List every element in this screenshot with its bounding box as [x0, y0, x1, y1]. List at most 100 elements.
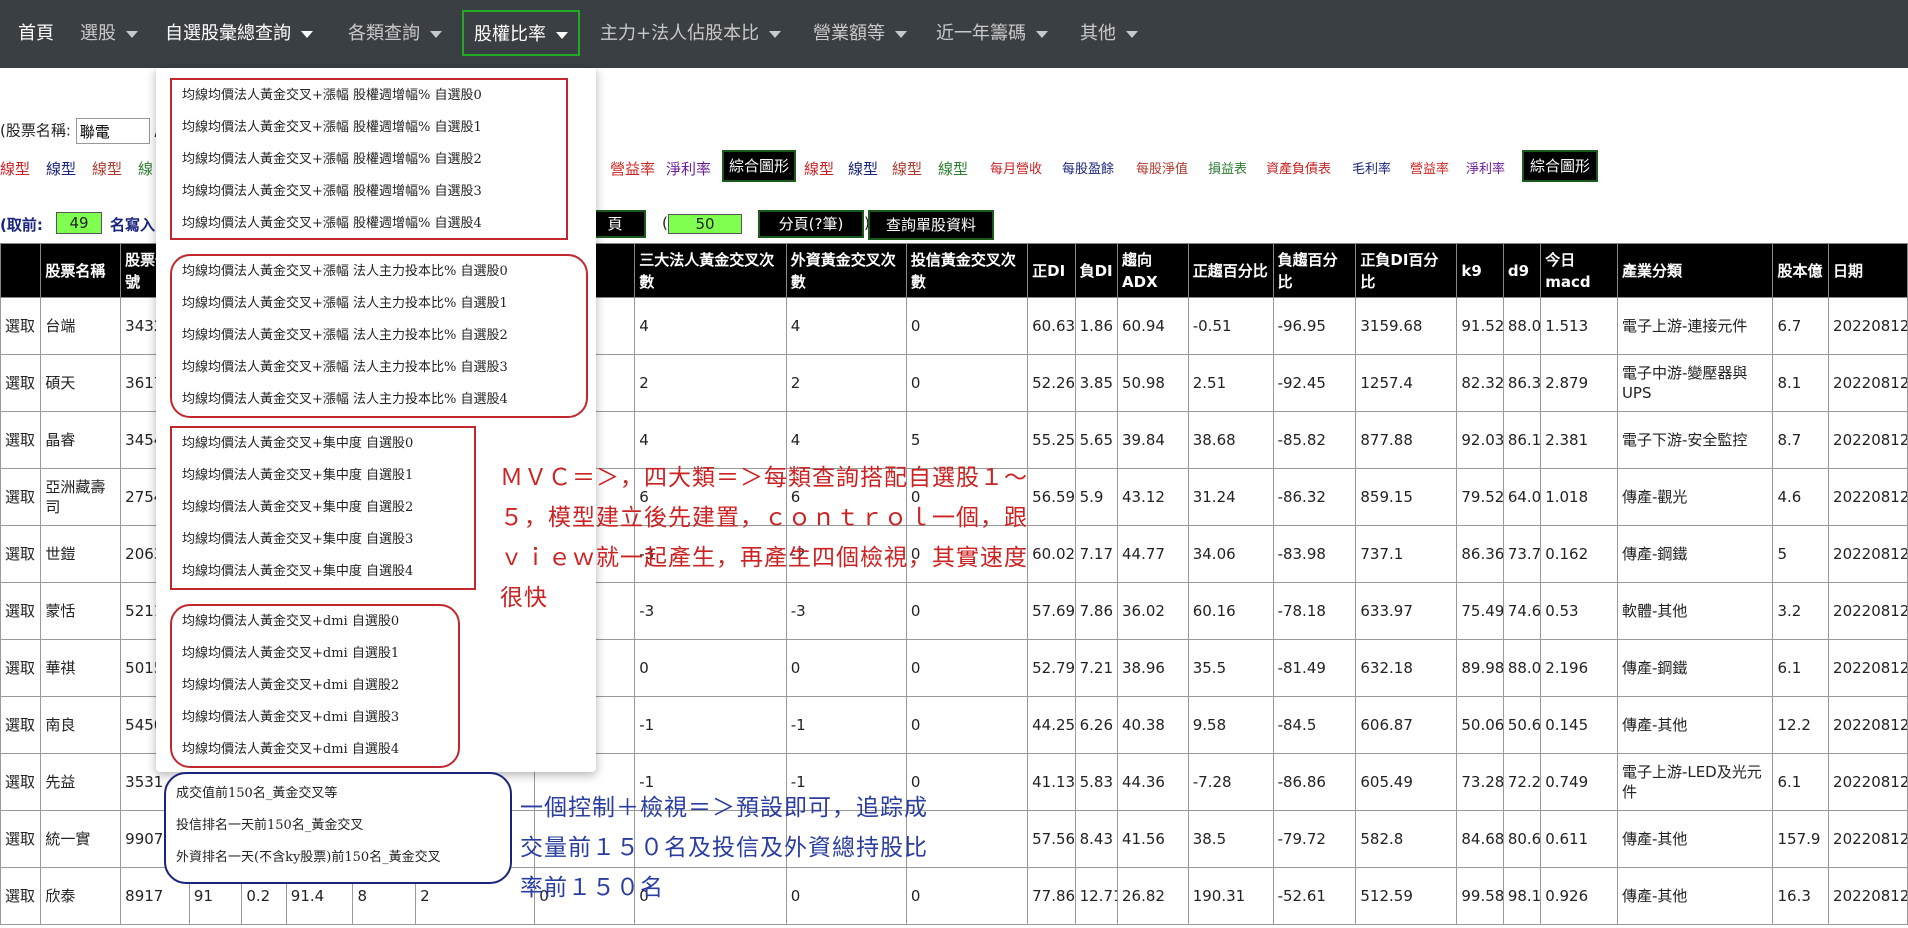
menu-item[interactable]: 均線均價法人黃金交叉+漲幅 法人主力投本比% 自選股4 [172, 384, 586, 416]
menu-item[interactable]: 均線均價法人黃金交叉+集中度 自選股0 [172, 428, 474, 460]
table-cell: -81.49 [1272, 639, 1357, 697]
chevron-down-icon [556, 31, 568, 39]
select-link[interactable]: 選取 [0, 696, 42, 754]
select-link[interactable]: 選取 [0, 810, 42, 868]
nav-query-types[interactable]: 各類查詢 [348, 0, 442, 68]
menu-item[interactable]: 均線均價法人黃金交叉+dmi 自選股3 [172, 702, 458, 734]
table-cell: 20220812 [1828, 468, 1908, 526]
link-monthly-revenue[interactable]: 每月營收 [990, 158, 1042, 177]
table-cell: 3159.68 [1355, 297, 1458, 355]
menu-item[interactable]: 均線均價法人黃金交叉+集中度 自選股1 [172, 460, 474, 492]
link-net-margin[interactable]: 淨利率 [1466, 158, 1505, 177]
nav-main-force-ratio[interactable]: 主力+法人佔股本比 [600, 0, 782, 68]
table-cell: 4 [785, 297, 907, 355]
nav-stock-pick[interactable]: 選股 [80, 0, 138, 68]
link-book-value[interactable]: 每股淨值 [1136, 158, 1188, 177]
link-net-margin[interactable]: 淨利率 [666, 158, 711, 179]
link-line-chart[interactable]: 線 [138, 158, 153, 179]
link-line-chart[interactable]: 線型 [848, 158, 878, 179]
paginate-button[interactable]: 分頁(?筆) [758, 210, 864, 238]
link-line-chart[interactable]: 線型 [938, 158, 968, 179]
nav-chips-year[interactable]: 近一年籌碼 [936, 0, 1048, 68]
table-cell: 41.13 [1027, 753, 1076, 811]
table-cell: 傳產-其他 [1616, 810, 1774, 868]
stock-name-input[interactable] [75, 118, 150, 144]
menu-item[interactable]: 均線均價法人黃金交叉+漲幅 法人主力投本比% 自選股3 [172, 352, 586, 384]
menu-item[interactable]: 均線均價法人黃金交叉+dmi 自選股1 [172, 638, 458, 670]
take-count-input[interactable]: 49 [56, 212, 102, 234]
composite-chart-button[interactable]: 綜合圖形 [1522, 150, 1598, 182]
link-operating-margin[interactable]: 營益率 [610, 158, 655, 179]
menu-item[interactable]: 均線均價法人黃金交叉+集中度 自選股3 [172, 524, 474, 556]
table-cell: 傳產-其他 [1616, 867, 1774, 925]
table-cell: 7.21 [1074, 639, 1119, 697]
menu-item[interactable]: 均線均價法人黃金交叉+漲幅 股權週增幅% 自選股3 [172, 176, 566, 208]
composite-chart-button[interactable]: 綜合圖形 [722, 150, 796, 182]
table-cell: -86.86 [1272, 753, 1357, 811]
chevron-down-icon [1126, 30, 1138, 38]
select-link[interactable]: 選取 [0, 867, 42, 925]
menu-item[interactable]: 均線均價法人黃金交叉+集中度 自選股4 [172, 556, 474, 588]
column-header: 三大法人黃金交叉次數 [634, 243, 787, 298]
select-link[interactable]: 選取 [0, 297, 42, 355]
menu-item[interactable]: 均線均價法人黃金交叉+集中度 自選股2 [172, 492, 474, 524]
table-cell: -1 [634, 696, 787, 754]
select-link[interactable]: 選取 [0, 411, 42, 469]
menu-item[interactable]: 投信排名一天前150名_黃金交叉 [166, 810, 510, 842]
table-cell: 73.28 [1456, 753, 1504, 811]
nav-home[interactable]: 首頁 [18, 0, 54, 68]
menu-item[interactable]: 均線均價法人黃金交叉+漲幅 股權週增幅% 自選股0 [172, 80, 566, 112]
table-cell: 44.25 [1027, 696, 1076, 754]
table-cell: 20220812 [1828, 867, 1908, 925]
table-cell: 5 [1772, 525, 1830, 583]
page-size-input[interactable]: 50 [668, 214, 742, 234]
link-line-chart[interactable]: 線型 [92, 158, 122, 179]
menu-item[interactable]: 均線均價法人黃金交叉+漲幅 法人主力投本比% 自選股2 [172, 320, 586, 352]
menu-item[interactable]: 均線均價法人黃金交叉+漲幅 股權週增幅% 自選股2 [172, 144, 566, 176]
table-cell: 41.56 [1117, 810, 1189, 868]
select-link[interactable]: 選取 [0, 354, 42, 412]
menu-item[interactable]: 均線均價法人黃金交叉+漲幅 法人主力投本比% 自選股1 [172, 288, 586, 320]
table-cell: 2 [634, 354, 787, 412]
table-cell: -7.28 [1187, 753, 1274, 811]
table-cell: 0 [905, 696, 1029, 754]
menu-item[interactable]: 均線均價法人黃金交叉+漲幅 法人主力投本比% 自選股0 [172, 256, 586, 288]
menu-item[interactable]: 成交值前150名_黃金交叉等 [166, 778, 510, 810]
link-gross-margin[interactable]: 毛利率 [1352, 158, 1391, 177]
table-cell: 20220812 [1828, 582, 1908, 640]
table-cell: 南良 [40, 696, 122, 754]
link-balance-sheet[interactable]: 資產負債表 [1266, 158, 1331, 177]
menu-item[interactable]: 均線均價法人黃金交叉+dmi 自選股0 [172, 606, 458, 638]
table-cell: 先益 [40, 753, 122, 811]
column-header: 負DI [1074, 243, 1119, 298]
nav-equity-ratio[interactable]: 股權比率 [462, 10, 580, 56]
select-link[interactable]: 選取 [0, 468, 42, 526]
link-line-chart[interactable]: 線型 [804, 158, 834, 179]
select-link[interactable]: 選取 [0, 525, 42, 583]
table-cell: 50.06 [1456, 696, 1504, 754]
select-link[interactable]: 選取 [0, 582, 42, 640]
table-cell: 77.86 [1027, 867, 1076, 925]
link-line-chart[interactable]: 線型 [46, 158, 76, 179]
nav-revenue[interactable]: 營業額等 [813, 0, 907, 68]
link-line-chart[interactable]: 線型 [0, 158, 30, 179]
query-single-stock-button[interactable]: 查詢單股資料 [868, 210, 994, 240]
table-cell: 737.1 [1355, 525, 1458, 583]
link-income-statement[interactable]: 損益表 [1208, 158, 1247, 177]
menu-item[interactable]: 均線均價法人黃金交叉+漲幅 股權週增幅% 自選股1 [172, 112, 566, 144]
select-link[interactable]: 選取 [0, 639, 42, 697]
nav-other[interactable]: 其他 [1080, 0, 1138, 68]
menu-item[interactable]: 均線均價法人黃金交叉+dmi 自選股4 [172, 734, 458, 766]
chevron-down-icon [769, 30, 782, 38]
menu-item[interactable]: 均線均價法人黃金交叉+漲幅 股權週增幅% 自選股4 [172, 208, 566, 240]
table-cell: 86.14 [1502, 411, 1542, 469]
table-cell: 20220812 [1828, 639, 1908, 697]
link-eps[interactable]: 每股盈餘 [1062, 158, 1114, 177]
link-operating-margin[interactable]: 營益率 [1410, 158, 1449, 177]
select-link[interactable]: 選取 [0, 753, 42, 811]
nav-watchlist-summary[interactable]: 自選股彙總查詢 [165, 0, 313, 68]
link-line-chart[interactable]: 線型 [892, 158, 922, 179]
table-cell: 8.1 [1772, 354, 1830, 412]
menu-item[interactable]: 均線均價法人黃金交叉+dmi 自選股2 [172, 670, 458, 702]
menu-item[interactable]: 外資排名一天(不含ky股票)前150名_黃金交叉 [166, 842, 510, 874]
